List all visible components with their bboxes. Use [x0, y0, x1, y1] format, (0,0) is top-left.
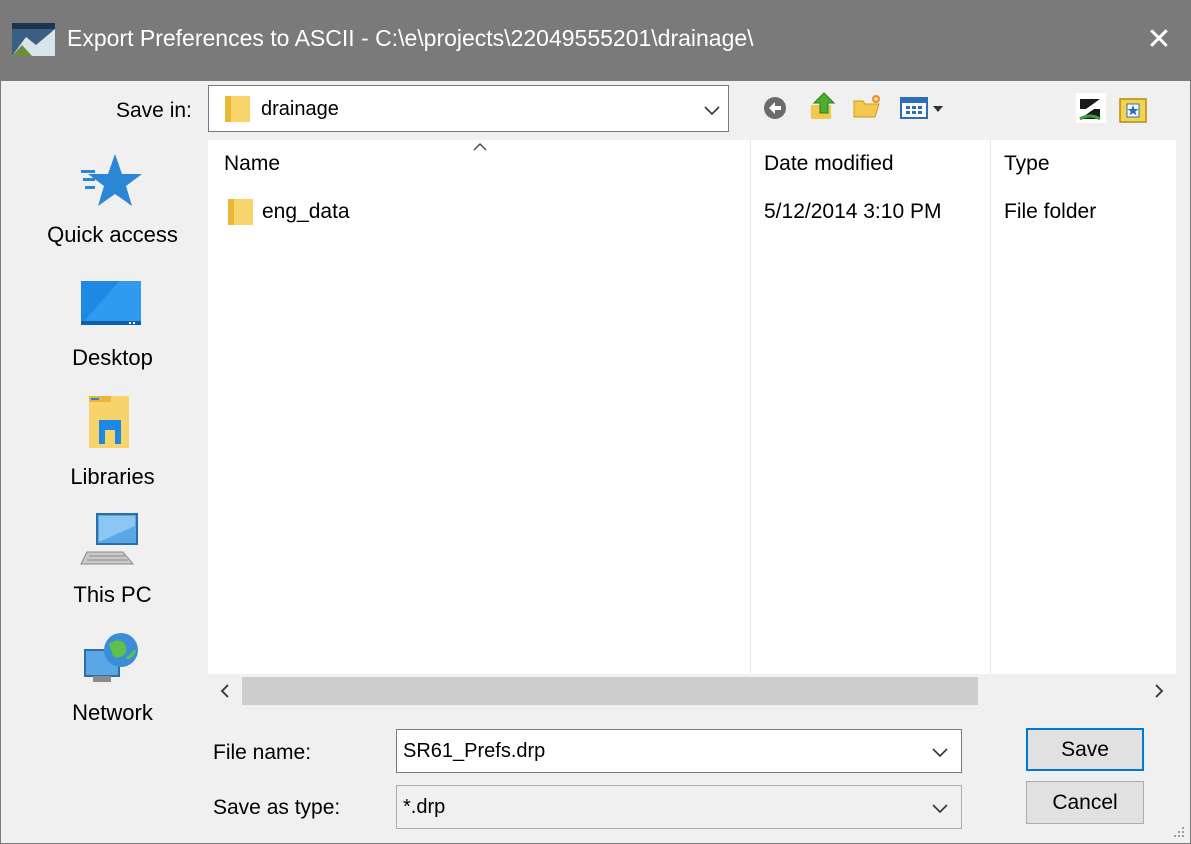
place-label: Libraries — [70, 464, 155, 489]
save-as-type-value: *.drp — [403, 796, 446, 818]
place-label: This PC — [73, 582, 152, 607]
chevron-down-icon[interactable] — [931, 746, 949, 758]
place-label: Network — [72, 700, 153, 725]
place-quick-access[interactable]: Quick access — [21, 140, 204, 250]
file-name-cell: eng_data — [262, 200, 350, 223]
file-list[interactable]: Name Date modified Type eng_data 5/12/20… — [208, 140, 1176, 708]
new-folder-icon[interactable] — [853, 93, 883, 119]
window-title: Export Preferences to ASCII - C:\e\proje… — [67, 25, 754, 51]
place-network[interactable]: Network — [21, 618, 204, 728]
type-cell: File folder — [1004, 200, 1097, 223]
save-in-label: Save in: — [116, 99, 192, 122]
view-menu-icon[interactable] — [899, 95, 949, 121]
favorites-icon[interactable] — [1119, 96, 1147, 124]
file-name-label: File name: — [213, 741, 312, 764]
libraries-icon — [89, 396, 129, 448]
chevron-down-icon — [704, 106, 720, 116]
geopak-app-icon — [12, 23, 55, 56]
desktop-icon — [81, 281, 141, 325]
column-header-type[interactable]: Type — [1004, 152, 1050, 176]
place-label: Quick access — [47, 222, 178, 247]
place-label: Desktop — [72, 345, 153, 370]
save-in-combobox[interactable]: drainage — [208, 85, 729, 132]
folder-icon — [228, 199, 253, 225]
back-icon[interactable] — [762, 95, 788, 121]
save-as-type-label: Save as type: — [213, 796, 341, 819]
this-pc-icon — [80, 513, 138, 565]
sort-ascending-icon — [473, 143, 487, 151]
places-bar: Quick access Desktop Libraries This PC N… — [21, 140, 204, 820]
horizontal-scrollbar[interactable] — [208, 674, 1176, 708]
export-preferences-dialog: Export Preferences to ASCII - C:\e\proje… — [0, 0, 1191, 844]
file-name-combobox[interactable]: SR61_Prefs.drp — [396, 729, 962, 773]
up-folder-icon[interactable] — [810, 91, 836, 121]
chevron-down-icon — [932, 804, 948, 814]
save-in-value: drainage — [261, 98, 339, 120]
date-modified-cell: 5/12/2014 3:10 PM — [764, 200, 942, 223]
cancel-button[interactable]: Cancel — [1026, 781, 1144, 824]
file-name-input[interactable]: SR61_Prefs.drp — [403, 740, 545, 763]
place-desktop[interactable]: Desktop — [21, 263, 204, 373]
save-as-type-select[interactable]: *.drp — [396, 785, 962, 829]
place-libraries[interactable]: Libraries — [21, 382, 204, 492]
resize-grip-icon[interactable] — [1172, 825, 1186, 839]
save-button[interactable]: Save — [1026, 728, 1144, 771]
save-button-label: Save — [1061, 738, 1109, 761]
scroll-right-arrow-icon[interactable] — [1142, 674, 1176, 708]
network-icon — [84, 633, 138, 682]
column-header-name[interactable]: Name — [224, 152, 280, 176]
close-button[interactable]: ✕ — [1136, 13, 1182, 67]
folder-icon — [225, 96, 250, 122]
app-logo-icon[interactable] — [1076, 93, 1106, 123]
file-row[interactable]: eng_data 5/12/2014 3:10 PM File folder — [208, 195, 1176, 231]
column-header-date-modified[interactable]: Date modified — [764, 152, 894, 176]
place-this-pc[interactable]: This PC — [21, 500, 204, 610]
cancel-button-label: Cancel — [1052, 791, 1118, 814]
scrollbar-thumb[interactable] — [242, 677, 978, 705]
close-icon: ✕ — [1146, 23, 1172, 56]
quick-access-star-icon — [81, 154, 142, 206]
title-bar[interactable]: Export Preferences to ASCII - C:\e\proje… — [1, 1, 1190, 81]
scroll-left-arrow-icon[interactable] — [208, 674, 242, 708]
